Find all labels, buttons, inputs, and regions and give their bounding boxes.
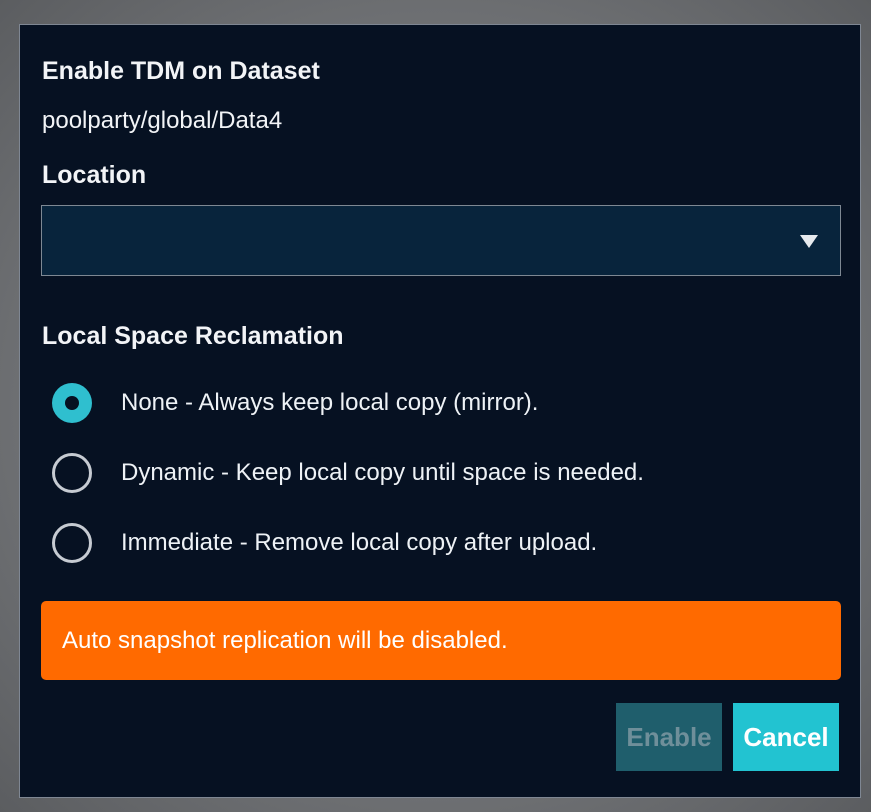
enable-tdm-dialog: Enable TDM on Dataset poolparty/global/D… — [19, 24, 861, 798]
warning-alert: Auto snapshot replication will be disabl… — [41, 601, 841, 680]
radio-button-selected[interactable] — [52, 383, 92, 423]
reclamation-option-label: None - Always keep local copy (mirror). — [121, 389, 539, 416]
reclamation-label: Local Space Reclamation — [42, 322, 344, 350]
radio-dot-icon — [65, 396, 79, 410]
chevron-down-icon — [800, 235, 818, 248]
reclamation-option-label: Immediate - Remove local copy after uplo… — [121, 529, 598, 556]
radio-button[interactable] — [52, 453, 92, 493]
location-label: Location — [42, 161, 147, 189]
enable-button[interactable]: Enable — [616, 703, 722, 771]
dialog-title: Enable TDM on Dataset — [42, 57, 320, 85]
radio-button[interactable] — [52, 523, 92, 563]
reclamation-option-label: Dynamic - Keep local copy until space is… — [121, 459, 644, 486]
reclamation-option-none[interactable]: None - Always keep local copy (mirror). — [52, 378, 538, 428]
alert-message: Auto snapshot replication will be disabl… — [62, 627, 508, 654]
reclamation-option-dynamic[interactable]: Dynamic - Keep local copy until space is… — [52, 448, 644, 498]
location-select[interactable] — [41, 205, 841, 276]
dataset-path: poolparty/global/Data4 — [42, 107, 283, 134]
cancel-button[interactable]: Cancel — [733, 703, 839, 771]
reclamation-option-immediate[interactable]: Immediate - Remove local copy after uplo… — [52, 518, 597, 568]
screen-backdrop: Enable TDM on Dataset poolparty/global/D… — [0, 0, 871, 812]
